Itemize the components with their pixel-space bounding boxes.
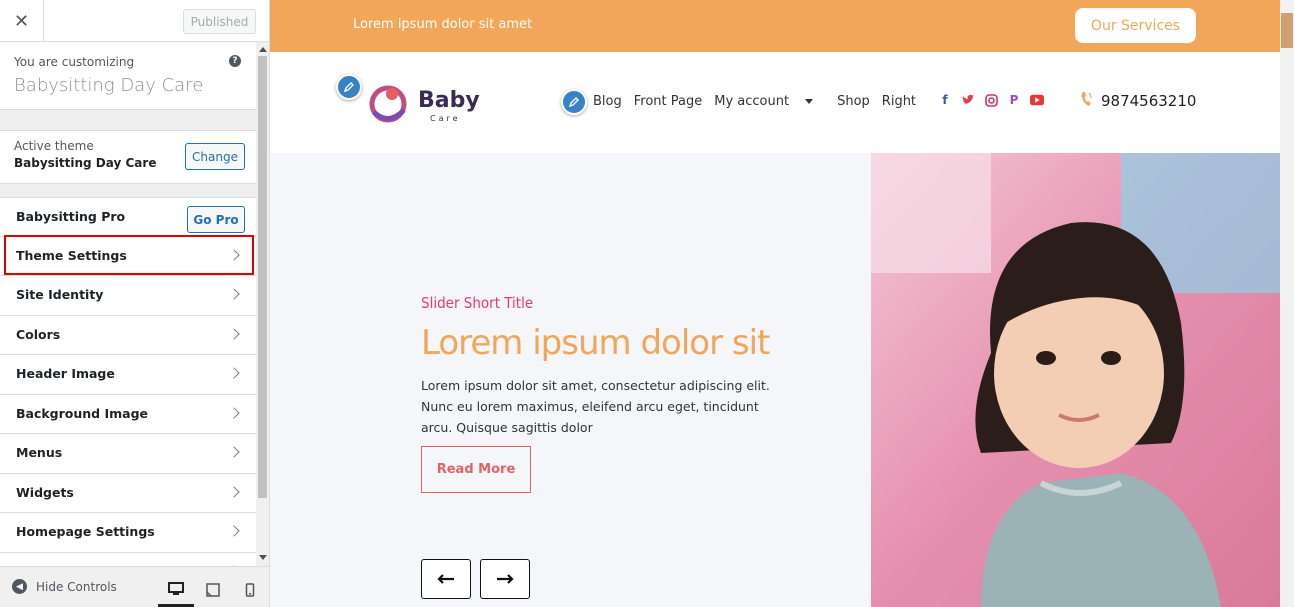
scrollbar-thumb[interactable] — [258, 56, 267, 498]
customizing-info: You are customizing Babysitting Day Care… — [0, 42, 256, 110]
pinterest-icon[interactable]: P — [1007, 93, 1021, 107]
scroll-up-icon[interactable] — [259, 47, 267, 52]
sidebar-item-label: Site Identity — [16, 287, 104, 302]
sidebar-item-more[interactable] — [0, 552, 256, 566]
main-nav: Blog Front Page My account Shop Right — [593, 94, 928, 109]
close-icon: ✕ — [13, 10, 30, 32]
arrow-left-icon: ◀ — [12, 579, 27, 594]
nav-item-label: My account — [714, 94, 790, 109]
pro-label: Babysitting Pro — [16, 209, 126, 224]
scrollbar-thumb[interactable] — [1281, 13, 1293, 48]
our-services-button[interactable]: Our Services — [1075, 8, 1196, 43]
site-title: Babysitting Day Care — [14, 75, 204, 96]
sidebar-item-label: Menus — [16, 445, 63, 460]
sidebar-item-label: Background Image — [16, 405, 149, 421]
youtube-icon[interactable] — [1030, 93, 1044, 107]
logo-subtitle: Care — [430, 114, 461, 123]
pencil-icon — [343, 82, 354, 93]
slide-subtitle: Slider Short Title — [421, 294, 534, 312]
logo-wordmark: Baby — [418, 88, 480, 113]
sidebar-item-theme-settings[interactable]: Theme Settings — [0, 236, 256, 276]
hero-slider: Slider Short Title Lorem ipsum dolor sit… — [270, 153, 1280, 607]
publish-button[interactable]: Published — [183, 9, 256, 34]
hero-image — [871, 153, 1280, 607]
active-theme-label: Active theme — [14, 139, 94, 153]
mobile-icon — [245, 583, 255, 597]
chevron-right-icon — [228, 525, 240, 537]
close-customizer-button[interactable]: ✕ — [0, 0, 44, 42]
active-theme-section: Active theme Babysitting Day Care Change — [0, 130, 256, 184]
preview-scrollbar[interactable] — [1280, 0, 1294, 607]
site-header: Baby Care Blog Front Page My account Sho… — [270, 52, 1280, 153]
customizer-menu: Babysitting Pro Go Pro Theme Settings Si… — [0, 197, 256, 566]
instagram-icon[interactable] — [984, 93, 998, 107]
edit-menu-button[interactable] — [561, 89, 587, 115]
chevron-right-icon — [228, 248, 240, 261]
hide-controls-button[interactable]: ◀ Hide Controls — [12, 579, 117, 594]
pencil-icon — [568, 97, 579, 108]
sidebar-panel[interactable]: You are customizing Babysitting Day Care… — [0, 42, 256, 566]
sidebar-item-background-image[interactable]: Background Image — [0, 394, 256, 434]
top-bar: Lorem ipsum dolor sit amet Our Services — [270, 0, 1280, 52]
arrow-left-icon — [437, 574, 454, 584]
sidebar-item-label: Theme Settings — [16, 247, 127, 263]
sidebar-scrollbar[interactable] — [256, 42, 269, 566]
sidebar-item-colors[interactable]: Colors — [0, 315, 256, 355]
sidebar-footer: ◀ Hide Controls — [0, 566, 269, 607]
chevron-right-icon — [228, 446, 240, 458]
topbar-text: Lorem ipsum dolor sit amet — [353, 17, 533, 32]
nav-item-right[interactable]: Right — [882, 94, 916, 109]
social-links: f P — [938, 93, 1053, 107]
sidebar-item-label: Homepage Settings — [16, 524, 155, 539]
chevron-right-icon — [228, 288, 240, 300]
nav-item-my-account[interactable]: My account — [714, 94, 825, 109]
sidebar-header: ✕ Published — [0, 0, 269, 42]
scroll-down-icon[interactable] — [259, 555, 267, 560]
slide-title: Lorem ipsum dolor sit — [421, 323, 770, 363]
hide-controls-label: Hide Controls — [36, 579, 117, 594]
go-pro-button[interactable]: Go Pro — [187, 206, 245, 233]
site-preview[interactable]: Lorem ipsum dolor sit amet Our Services … — [270, 0, 1294, 607]
sidebar-item-label: Colors — [16, 326, 61, 342]
change-theme-button[interactable]: Change — [185, 143, 245, 170]
prev-slide-button[interactable] — [421, 559, 471, 599]
chevron-right-icon — [228, 485, 240, 498]
nav-item-blog[interactable]: Blog — [593, 94, 622, 109]
nav-item-front-page[interactable]: Front Page — [634, 94, 703, 109]
slide-text: Lorem ipsum dolor sit amet, consectetur … — [421, 378, 770, 435]
sidebar-item-widgets[interactable]: Widgets — [0, 473, 256, 513]
chevron-right-icon — [228, 327, 240, 340]
sidebar-item-label: Widgets — [16, 484, 74, 500]
tablet-preview-button[interactable] — [195, 573, 231, 607]
sidebar-item-header-image[interactable]: Header Image — [0, 355, 256, 395]
mobile-preview-button[interactable] — [232, 573, 268, 607]
twitter-icon[interactable] — [961, 93, 975, 107]
desktop-preview-button[interactable] — [158, 573, 194, 607]
edit-logo-button[interactable] — [336, 74, 362, 100]
facebook-icon[interactable]: f — [938, 93, 952, 107]
chevron-right-icon — [228, 406, 240, 419]
sidebar-item-site-identity[interactable]: Site Identity — [0, 276, 256, 316]
tablet-icon — [206, 583, 220, 597]
active-theme-name: Babysitting Day Care — [14, 156, 157, 170]
sidebar-item-label: Header Image — [16, 366, 115, 381]
sidebar-item-menus[interactable]: Menus — [0, 434, 256, 474]
read-more-button[interactable]: Read More — [421, 446, 531, 493]
nav-item-shop[interactable]: Shop — [837, 94, 870, 109]
sidebar-item-homepage-settings[interactable]: Homepage Settings — [0, 513, 256, 553]
desktop-icon — [168, 581, 184, 595]
help-icon[interactable]: ? — [229, 55, 241, 67]
caret-down-icon — [805, 99, 814, 104]
arrow-right-icon — [497, 574, 514, 584]
next-slide-button[interactable] — [480, 559, 530, 599]
pro-section: Babysitting Pro Go Pro — [0, 197, 256, 237]
chevron-right-icon — [228, 367, 240, 379]
phone-number: 9874563210 — [1101, 92, 1197, 110]
customizer-sidebar: ✕ Published You are customizing Babysitt… — [0, 0, 270, 607]
customizing-label: You are customizing — [14, 55, 135, 69]
phone-icon — [1081, 92, 1092, 106]
